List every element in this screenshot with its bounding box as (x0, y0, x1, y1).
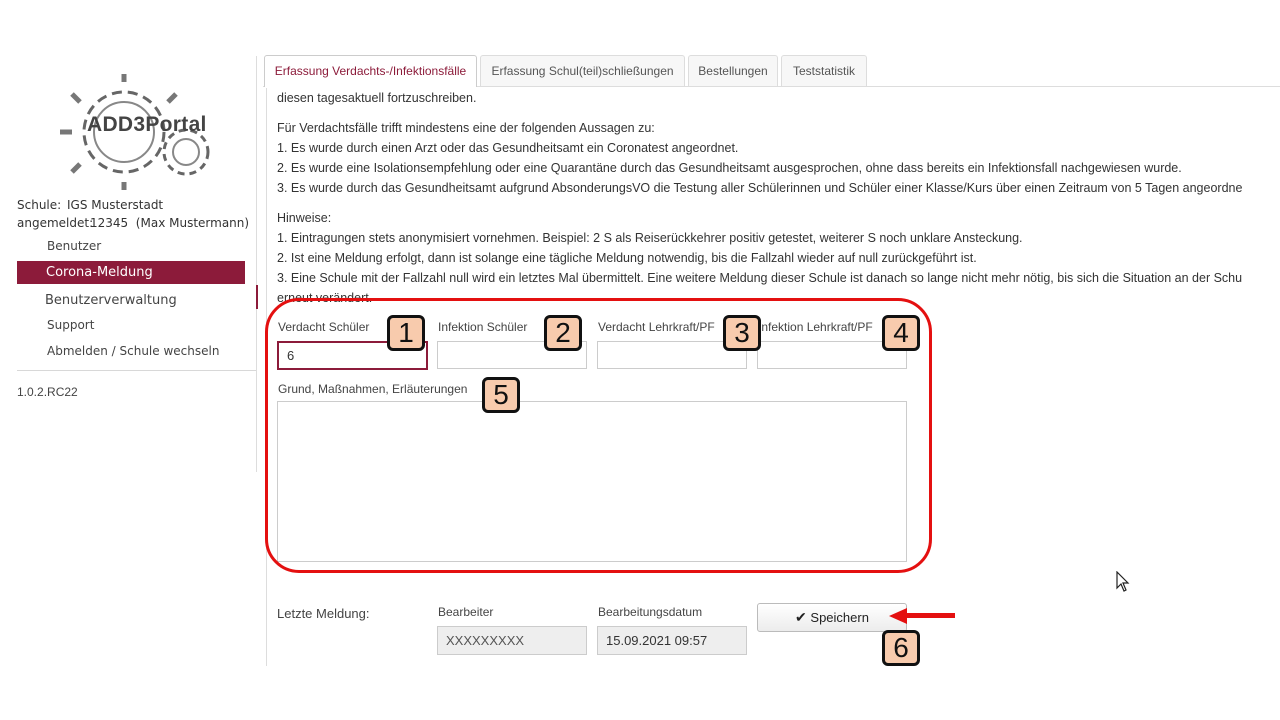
save-button[interactable]: ✔ Speichern (757, 603, 907, 632)
hint-3: 3. Eine Schule mit der Fallzahl null wir… (277, 271, 1243, 285)
criterion-1: 1. Es wurde durch einen Arzt oder das Ge… (277, 141, 739, 155)
school-label: Schule: (17, 198, 62, 212)
callout-arrow-head-icon (889, 608, 907, 624)
callout-arrow-shaft (905, 613, 955, 618)
hinweise-heading: Hinweise: (277, 211, 332, 225)
callout-badge-5: 5 (482, 377, 520, 413)
version-label: 1.0.2.RC22 (17, 385, 78, 399)
callout-badge-3: 3 (723, 315, 761, 351)
sidebar-divider (17, 370, 257, 371)
nav-benutzerverwaltung[interactable]: Benutzerverwaltung (45, 293, 177, 308)
sidebar-border (256, 56, 257, 472)
criterion-2: 2. Es wurde eine Isolationsempfehlung od… (277, 161, 1182, 175)
callout-badge-1: 1 (387, 315, 425, 351)
nav-abmelden[interactable]: Abmelden / Schule wechseln (47, 344, 219, 358)
check-icon: ✔ (795, 609, 807, 625)
logged-in-label: angemeldet: (17, 216, 94, 230)
intro-text: Für Verdachtsfälle trifft mindestens ein… (277, 121, 655, 135)
criterion-3: 3. Es wurde durch das Gesundheitsamt auf… (277, 181, 1243, 195)
text-line-0: diesen tagesaktuell fortzuschreiben. (277, 91, 477, 105)
active-indicator (256, 285, 258, 309)
callout-badge-6: 6 (882, 630, 920, 666)
school-value: IGS Musterstadt (67, 198, 164, 212)
tab-erfassung-schulschliessungen[interactable]: Erfassung Schul(teil)schließungen (480, 55, 685, 86)
bearbeitungsdatum-field (597, 626, 747, 655)
save-button-label: Speichern (810, 610, 869, 625)
callout-badge-4: 4 (882, 315, 920, 351)
bearbeiter-label: Bearbeiter (438, 605, 494, 619)
nav-support[interactable]: Support (47, 318, 94, 332)
mouse-cursor-icon (1116, 571, 1130, 592)
nav-benutzer[interactable]: Benutzer (47, 239, 101, 253)
logo-text: ADD3Portal (87, 113, 207, 136)
callout-badge-2: 2 (544, 315, 582, 351)
callout-highlight-frame (265, 298, 932, 573)
tab-teststatistik[interactable]: Teststatistik (781, 55, 867, 86)
hint-1: 1. Eintragungen stets anonymisiert vorne… (277, 231, 1023, 245)
logged-in-value: 12345 (Max Mustermann) (90, 216, 250, 230)
tab-erfassung-verdachtsfaelle[interactable]: Erfassung Verdachts-/Infektionsfälle (264, 55, 477, 87)
letzte-meldung-label: Letzte Meldung: (277, 606, 370, 621)
tab-bestellungen[interactable]: Bestellungen (688, 55, 778, 86)
hint-2: 2. Ist eine Meldung erfolgt, dann ist so… (277, 251, 977, 265)
bearbeitungsdatum-label: Bearbeitungsdatum (598, 605, 703, 619)
bearbeiter-field (437, 626, 587, 655)
nav-corona-meldung[interactable]: Corona-Meldung (17, 261, 245, 284)
